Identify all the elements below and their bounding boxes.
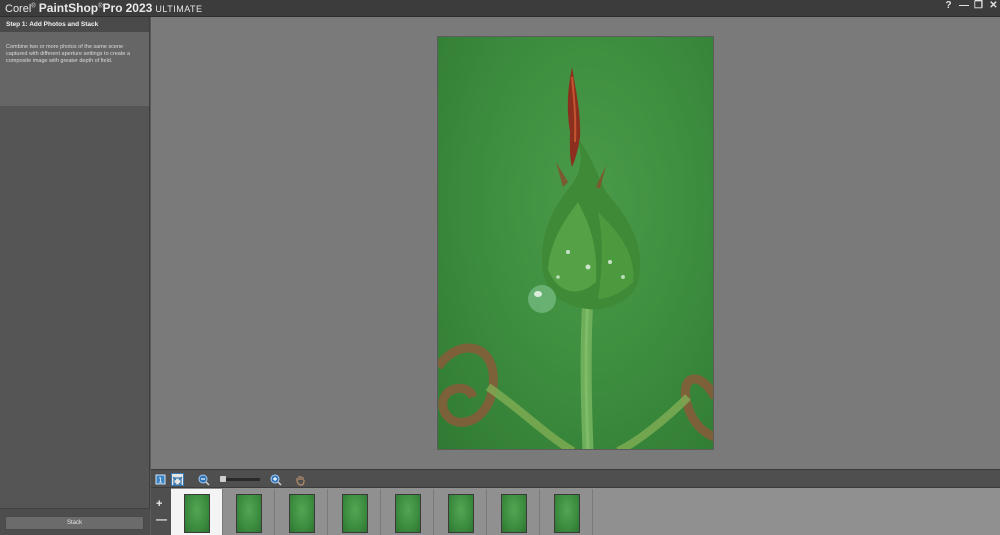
window-controls: ? — ❐ ✕	[944, 0, 998, 11]
preview-photo	[437, 36, 714, 450]
product-edition: ULTIMATE	[155, 4, 203, 14]
filmstrip-thumbnail[interactable]	[276, 489, 328, 535]
thumbnail-image	[501, 494, 527, 533]
thumbnail-image	[395, 494, 421, 533]
thumbnail-image	[184, 494, 210, 533]
zoom-out-icon[interactable]	[197, 473, 210, 486]
actual-size-icon[interactable]: 1	[154, 473, 167, 486]
add-photo-button[interactable]: +	[156, 498, 162, 510]
zoom-slider[interactable]	[220, 476, 260, 482]
product-name: PaintShop	[38, 1, 99, 15]
filmstrip-thumbnail[interactable]	[382, 489, 434, 535]
app-title: Corel® PaintShop®Pro 2023 ULTIMATE	[5, 1, 203, 15]
minimize-icon[interactable]: —	[959, 0, 969, 11]
fit-to-window-icon[interactable]	[171, 473, 184, 487]
pan-hand-icon[interactable]	[294, 473, 307, 486]
thumbnail-image	[448, 494, 474, 533]
stack-area: Stack	[0, 508, 150, 535]
view-toolbar: 1	[151, 469, 1000, 488]
product-version: 2023	[125, 1, 153, 15]
step-description: Combine two or more photos of the same s…	[0, 32, 149, 106]
thumbnail-image	[554, 494, 580, 533]
help-icon[interactable]: ?	[944, 0, 953, 11]
filmstrip-thumbnail[interactable]	[223, 489, 275, 535]
left-panel: Step 1: Add Photos and Stack Combine two…	[0, 17, 150, 535]
stack-button[interactable]: Stack	[5, 516, 144, 530]
close-icon[interactable]: ✕	[989, 0, 998, 11]
filmstrip-controls: + —	[151, 488, 171, 535]
filmstrip-thumbnail[interactable]	[435, 489, 487, 535]
zoom-in-icon[interactable]	[269, 473, 282, 486]
thumbnail-image	[342, 494, 368, 533]
filmstrip-thumbnail[interactable]	[488, 489, 540, 535]
restore-icon[interactable]: ❐	[974, 0, 983, 11]
filmstrip-thumbnail[interactable]	[171, 489, 223, 535]
filmstrip-thumbnail[interactable]	[541, 489, 593, 535]
filmstrip	[151, 488, 1000, 535]
thumbnail-image	[289, 494, 315, 533]
product-suffix: Pro	[102, 1, 123, 15]
step-title: Step 1: Add Photos and Stack	[0, 17, 149, 32]
brand-name: Corel	[5, 3, 32, 15]
rosebud-image	[438, 67, 713, 449]
zoom-slider-thumb[interactable]	[220, 476, 226, 482]
title-bar: Corel® PaintShop®Pro 2023 ULTIMATE ? — ❐…	[0, 0, 1000, 17]
filmstrip-thumbnail[interactable]	[329, 489, 381, 535]
svg-text:1: 1	[158, 477, 162, 485]
thumbnail-image	[236, 494, 262, 533]
remove-photo-button[interactable]: —	[156, 514, 167, 526]
preview-area	[151, 17, 1000, 469]
